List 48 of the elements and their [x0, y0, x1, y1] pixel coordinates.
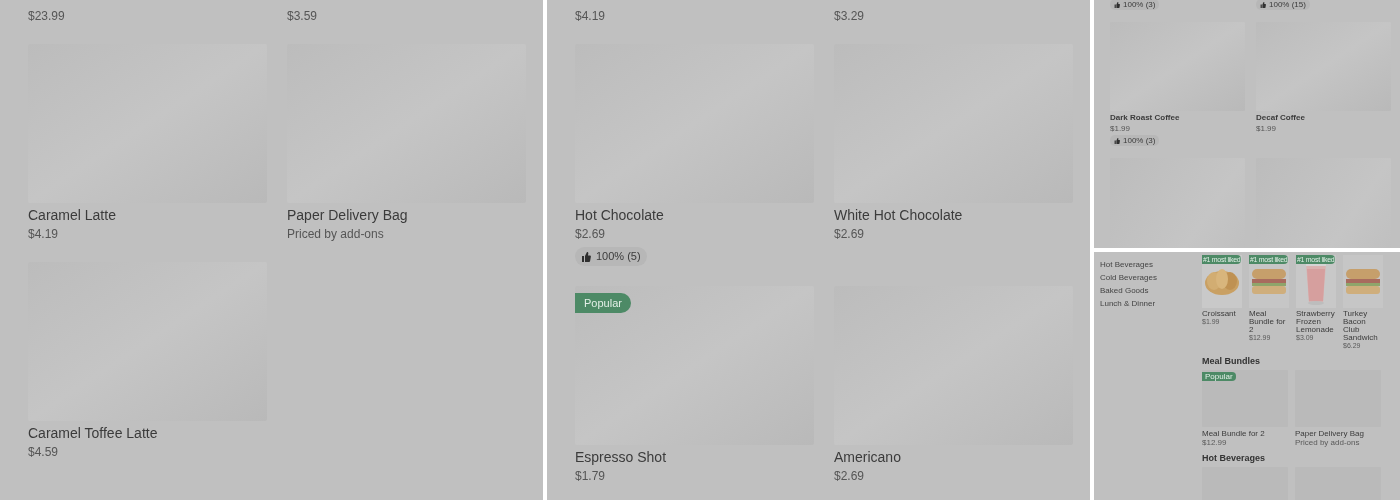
image-placeholder[interactable]: Popular — [575, 286, 814, 445]
item-name: Meal Bundle for 2 — [1249, 310, 1287, 334]
rating-text: 100% (3) — [1123, 0, 1156, 11]
thumbs-up-icon — [581, 251, 591, 262]
sidebar-item[interactable]: Cold Beverages — [1100, 273, 1202, 282]
item-price: Priced by add-ons — [287, 226, 385, 242]
item-name: Espresso Shot — [575, 449, 668, 466]
item-price: $2.69 — [575, 226, 607, 242]
item-price: Priced by add-ons — [1295, 438, 1361, 447]
item-price: $4.59 — [28, 444, 60, 460]
item-name: Strawberry Frozen Lemonade — [1296, 310, 1336, 334]
thumbs-up-icon — [1114, 1, 1120, 8]
item-price: $12.99 — [1202, 438, 1228, 447]
sidebar-item[interactable]: Lunch & Dinner — [1100, 299, 1202, 308]
thumbs-up-icon — [1260, 1, 1266, 8]
section-heading: Hot Beverages — [1202, 453, 1267, 463]
item-name: Hot Chocolate — [575, 207, 665, 224]
rating-text: 100% (5) — [596, 249, 641, 265]
item-price: $23.99 — [28, 8, 66, 24]
item-price: $4.19 — [575, 8, 607, 24]
item-name: Turkey Bacon Club Sandwich — [1343, 310, 1379, 342]
item-name: Meal Bundle for 2 — [1202, 429, 1266, 438]
popular-badge: Popular — [1202, 372, 1236, 381]
rating-text: 100% (15) — [1269, 0, 1306, 11]
item-name: Caramel Latte — [28, 207, 117, 224]
item-name: Caramel Toffee Latte — [28, 425, 159, 442]
item-price: $1.99 — [1110, 124, 1132, 133]
item-name: Americano — [834, 449, 902, 466]
item-price: $3.29 — [834, 8, 866, 24]
item-price: $1.79 — [575, 468, 607, 484]
item-name: Paper Delivery Bag — [1295, 429, 1365, 438]
item-price: $2.69 — [834, 468, 866, 484]
item-price: $3.59 — [287, 8, 319, 24]
section-heading: Meal Bundles — [1202, 356, 1261, 366]
item-price: $4.19 — [28, 226, 60, 242]
rating-text: 100% (3) — [1123, 134, 1156, 147]
image-placeholder[interactable]: Popular — [1202, 370, 1288, 427]
sidebar-item[interactable]: Hot Beverages — [1100, 260, 1202, 269]
item-name: Dark Roast Coffee — [1110, 113, 1181, 123]
item-price: $1.99 — [1256, 124, 1278, 133]
thumbs-up-icon — [1114, 137, 1120, 144]
item-name: Decaf Coffee — [1256, 113, 1306, 123]
item-name: Croissant — [1202, 310, 1237, 318]
popular-badge: Popular — [575, 293, 631, 313]
item-name: White Hot Chocolate — [834, 207, 964, 224]
sidebar-item[interactable]: Baked Goods — [1100, 286, 1202, 295]
item-name: Paper Delivery Bag — [287, 207, 409, 224]
item-price: $2.69 — [834, 226, 866, 242]
